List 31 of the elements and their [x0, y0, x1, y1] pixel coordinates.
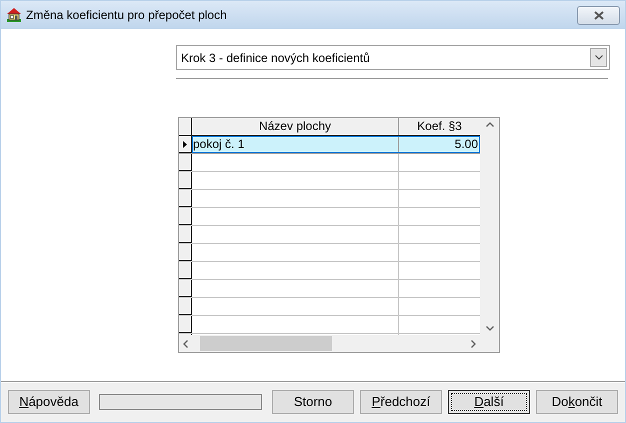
- scroll-thumb[interactable]: [200, 336, 332, 351]
- scroll-down-icon: [486, 326, 494, 331]
- row-header[interactable]: [179, 262, 192, 279]
- dialog-button[interactable]: Předchozí: [360, 390, 442, 414]
- row-header[interactable]: [179, 154, 192, 171]
- row-header[interactable]: [179, 208, 192, 225]
- row-header[interactable]: [179, 136, 192, 153]
- close-button[interactable]: [577, 6, 620, 24]
- scroll-up-icon: [486, 122, 494, 127]
- row-header[interactable]: [179, 244, 192, 261]
- dialog-button[interactable]: Další: [448, 390, 530, 414]
- dialog-button[interactable]: Dokončit: [536, 390, 618, 414]
- table-cell: pokoj č. 1: [192, 136, 399, 153]
- window-title: Změna koeficientu pro přepočet ploch: [26, 7, 227, 24]
- house-icon: [6, 7, 22, 23]
- row-pointer-icon: [183, 140, 187, 148]
- table-cell-text: 5.00: [454, 136, 479, 153]
- row-header[interactable]: [179, 316, 192, 333]
- row-header[interactable]: [179, 190, 192, 207]
- close-icon: [594, 10, 604, 20]
- row-header[interactable]: [179, 226, 192, 243]
- scroll-right-icon: [471, 340, 476, 348]
- table-row[interactable]: pokoj č. 1 5.00: [192, 136, 480, 153]
- dialog-button[interactable]: Storno: [272, 390, 354, 414]
- row-header[interactable]: [179, 280, 192, 297]
- scroll-left-icon: [183, 340, 188, 348]
- dropdown-value: Krok 3 - definice nových koeficientů: [181, 50, 371, 66]
- row-header[interactable]: [179, 172, 192, 189]
- step-dropdown[interactable]: Krok 3 - definice nových koeficientů: [176, 45, 610, 70]
- row-header[interactable]: [179, 298, 192, 315]
- help-button[interactable]: Nápověda: [8, 390, 90, 414]
